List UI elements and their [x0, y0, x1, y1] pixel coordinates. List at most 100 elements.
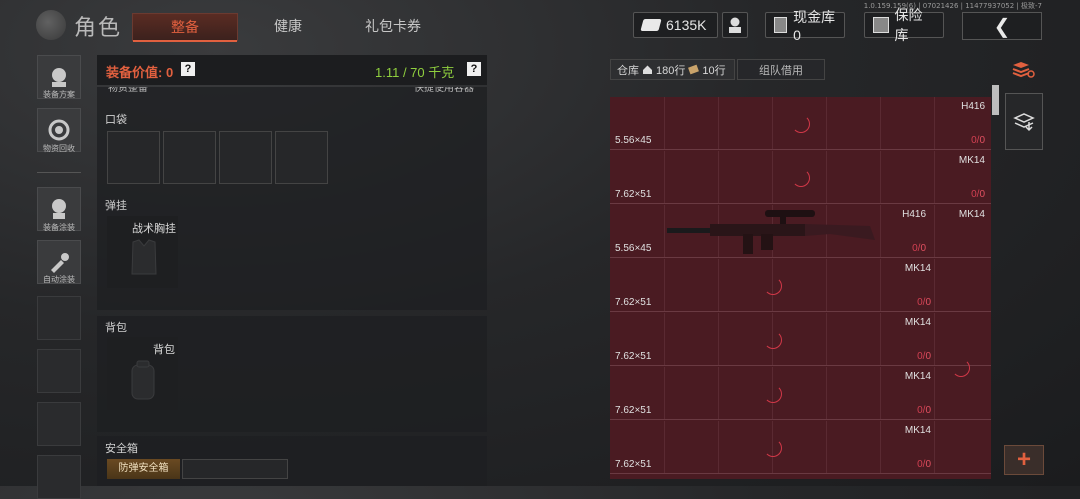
grid-line	[826, 313, 827, 365]
grid-line	[934, 205, 935, 257]
layers-download-icon	[1013, 112, 1035, 131]
ammo-count: 0/0	[971, 135, 985, 146]
help-icon[interactable]: ?	[181, 62, 195, 76]
tab-health-label: 健康	[274, 18, 302, 34]
ammo-weapon-label: MK14	[958, 155, 985, 166]
loading-spinner-icon	[792, 169, 810, 187]
chest-rig-slot[interactable]: 战术胸挂	[107, 216, 178, 288]
operator-button[interactable]	[722, 12, 748, 38]
ammo-count-max: 0	[920, 243, 926, 254]
ammo-caliber: 7.62×51	[615, 351, 652, 362]
warehouse-row: 5.56×45 H416 0/0	[610, 97, 991, 150]
safebox-item-name: 防弹安全箱	[118, 463, 169, 474]
safebox-slot[interactable]	[182, 459, 288, 479]
supplies-cut-label: 物资整备	[108, 87, 148, 94]
warehouse-scrollbar[interactable]	[992, 85, 999, 115]
ammo-caliber: 5.56×45	[615, 135, 652, 146]
grid-line	[772, 97, 773, 149]
grid-line	[826, 259, 827, 311]
grid-line	[664, 313, 665, 365]
pocket-slot[interactable]	[219, 131, 272, 184]
add-button[interactable]: +	[1004, 445, 1044, 475]
grid-line	[664, 151, 665, 203]
ammo-caliber: 7.62×51	[615, 297, 652, 308]
grid-line	[826, 367, 827, 419]
grid-line	[826, 421, 827, 473]
ammo-count-max: 0	[925, 297, 931, 308]
ammo-caliber: 7.62×51	[615, 189, 652, 200]
tab-gift-cards[interactable]: 礼包卡券	[345, 13, 441, 39]
tab-loadout-label: 整备	[171, 19, 199, 35]
rifle-icon	[667, 210, 875, 254]
ammo-weapon-label: H416	[961, 101, 985, 112]
safe-label: 保险库	[894, 7, 923, 43]
tab-team-borrow[interactable]: 组队借用	[737, 59, 825, 80]
currency-value: 6135K	[666, 17, 707, 33]
recycle-icon	[48, 119, 70, 141]
character-logo-icon	[36, 10, 66, 40]
grid-line	[880, 97, 881, 149]
pocket-slot[interactable]	[163, 131, 216, 184]
warehouse-row: 7.62×51 MK14 0/0	[610, 151, 991, 204]
operator-icon	[729, 17, 741, 33]
warehouse-row: 7.62×51 MK14 0/0	[610, 421, 991, 474]
auto-paint-icon	[51, 253, 69, 273]
equipment-value: 装备价值: 0	[106, 65, 174, 80]
sidebar-empty-slot	[37, 349, 81, 393]
grid-line	[934, 367, 935, 419]
stack-sort-icon	[1012, 62, 1035, 78]
ammo-count-max: 0	[925, 351, 931, 362]
safe-icon	[873, 17, 889, 33]
sidebar-empty-slot	[37, 455, 81, 499]
backpack-name: 背包	[153, 344, 175, 356]
backpack-header: 背包	[105, 322, 127, 334]
backpack-icon	[131, 360, 155, 400]
ammo-count: 0/0	[917, 459, 931, 470]
pockets-header: 口袋	[105, 114, 127, 126]
warehouse-cols: 10行	[702, 64, 726, 77]
ammo-weapon-label: MK14	[904, 425, 931, 436]
grid-line	[880, 151, 881, 203]
backpack-slot[interactable]: 背包	[107, 337, 178, 410]
ammo-count: 0/0	[917, 297, 931, 308]
warehouse-row: 5.56×45 H416 0/0 MK14	[610, 205, 991, 258]
grid-line	[880, 259, 881, 311]
grid-line	[880, 313, 881, 365]
paint-icon	[52, 199, 66, 219]
ammo-count-max: 0	[925, 405, 931, 416]
quick-use-cut-label: 快捷使用容器	[414, 87, 474, 94]
sidebar-divider	[37, 172, 81, 173]
currency-display[interactable]: 6135K	[633, 12, 718, 38]
ticket-icon	[688, 64, 700, 75]
team-borrow-label: 组队借用	[759, 64, 803, 77]
grid-line	[718, 367, 719, 419]
safebox-item[interactable]: 防弹安全箱	[107, 459, 180, 479]
loading-spinner-icon	[952, 359, 970, 377]
loading-spinner-icon	[764, 385, 782, 403]
layer-button[interactable]	[1005, 93, 1043, 150]
grid-line	[664, 259, 665, 311]
grid-line	[718, 151, 719, 203]
tab-health[interactable]: 健康	[240, 13, 336, 39]
page-title: 角色	[74, 15, 123, 40]
back-button[interactable]: ❮	[962, 12, 1042, 40]
grid-line	[718, 259, 719, 311]
grid-line	[880, 205, 881, 257]
tab-warehouse[interactable]: 仓库 180行 10行	[610, 59, 735, 80]
sidebar-empty-slot	[37, 296, 81, 340]
ammo-weapon-label: MK14	[958, 209, 985, 220]
pocket-slot[interactable]	[275, 131, 328, 184]
warehouse-rows: 180行	[656, 64, 686, 77]
safe-button[interactable]: 保险库	[864, 7, 944, 43]
currency-icon	[640, 19, 662, 31]
cash-vault-button[interactable]: 现金库 0	[765, 9, 845, 43]
warehouse-row: 7.62×51 MK14 0/0	[610, 259, 991, 312]
pocket-slot[interactable]	[107, 131, 160, 184]
ammo-count: 0/0	[917, 405, 931, 416]
sort-button[interactable]	[1010, 57, 1036, 83]
chest-rig-name: 战术胸挂	[132, 223, 176, 235]
tab-loadout[interactable]: 整备	[132, 13, 238, 42]
grid-line	[880, 421, 881, 473]
warehouse-grid[interactable]: 5.56×45 H416 0/0 7.62×51 MK14 0/0 5.56×45 H416 0…	[610, 97, 991, 479]
help-icon[interactable]: ?	[467, 62, 481, 76]
